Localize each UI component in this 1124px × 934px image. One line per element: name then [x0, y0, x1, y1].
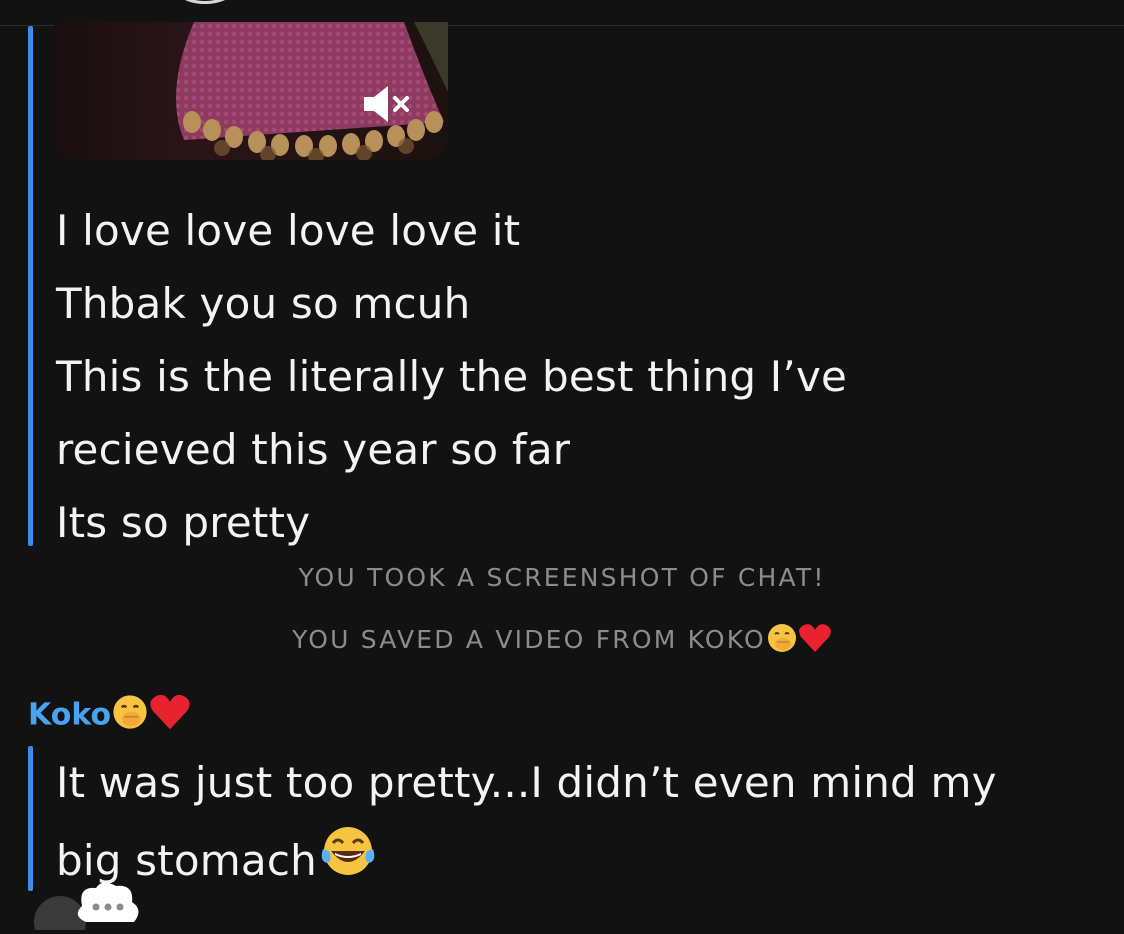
system-note-screenshot: YOU TOOK A SCREENSHOT OF CHAT!	[0, 563, 1124, 592]
message-line: big stomach	[56, 822, 1016, 904]
typing-indicator	[30, 880, 160, 934]
system-note-text: YOU TOOK A SCREENSHOT OF CHAT!	[298, 563, 826, 592]
hand-over-mouth-emoji-icon	[111, 693, 149, 739]
hand-over-mouth-emoji-icon	[766, 622, 798, 660]
message-accent-bar	[28, 746, 33, 891]
message-group-received: It was just too pretty...I didn’t even m…	[28, 746, 1108, 891]
message-line: It was just too pretty...I didn’t even m…	[56, 758, 997, 807]
typing-bubble-icon	[34, 882, 139, 934]
sender-name-text: Koko	[28, 697, 112, 733]
message-text: I love love love love it Thbak you so mc…	[56, 194, 1016, 559]
tears-of-joy-emoji-icon	[317, 823, 379, 904]
red-heart-icon	[149, 692, 191, 740]
message-line: Thbak you so mcuh	[56, 279, 471, 328]
message-line: This is the literally the best thing I’v…	[56, 352, 848, 401]
message-text: It was just too pretty...I didn’t even m…	[56, 744, 1016, 904]
sender-name[interactable]: Koko	[28, 692, 191, 740]
video-thumbnail[interactable]	[54, 22, 448, 160]
message-line: recieved this year so far	[56, 425, 571, 474]
message-line: I love love love love it	[56, 206, 521, 255]
red-heart-icon	[798, 622, 832, 660]
system-note-text: YOU SAVED A VIDEO FROM KOKO	[292, 625, 766, 654]
system-note-saved-video: YOU SAVED A VIDEO FROM KOKO	[0, 622, 1124, 660]
message-line: Its so pretty	[56, 498, 311, 547]
message-accent-bar	[28, 26, 33, 546]
header-avatar-bubble[interactable]	[170, 0, 240, 4]
message-group-received: I love love love love it Thbak you so mc…	[28, 22, 1028, 547]
speaker-muted-icon[interactable]	[362, 84, 416, 124]
message-line-text: big stomach	[56, 836, 317, 885]
